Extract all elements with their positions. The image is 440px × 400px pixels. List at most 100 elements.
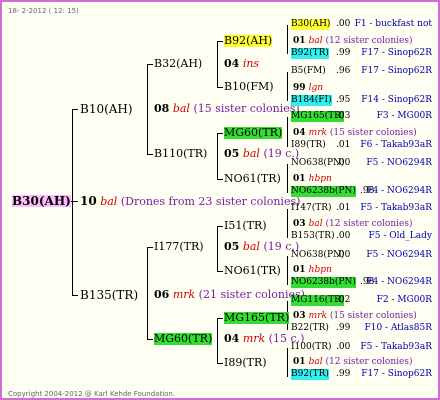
queen-no61tr[interactable]: NO61(TR): [224, 173, 281, 185]
connector: [217, 133, 223, 134]
root-note: (Drones from 23 sister colonies): [120, 195, 301, 208]
connector: [287, 117, 288, 147]
connector: [217, 318, 223, 319]
gen5-summary: 01 hbpn: [293, 174, 332, 185]
queen-b32ah[interactable]: B32(AH): [154, 58, 202, 70]
gen5-queen[interactable]: B92(TR): [291, 48, 329, 59]
gen5-value: .03: [336, 111, 351, 121]
queen-i89tr[interactable]: I89(TR): [224, 357, 267, 369]
root-queen[interactable]: B30(AH): [12, 195, 71, 207]
connector: [72, 295, 78, 296]
connector: [287, 72, 288, 101]
queen-i177tr[interactable]: I177(TR): [154, 241, 204, 253]
gen5-queen[interactable]: NO6238b(PN): [291, 186, 356, 197]
gen5-breeder: F17 - Sinop62R: [361, 369, 432, 379]
gen5-queen[interactable]: B30(AH): [291, 19, 331, 30]
connector: [217, 133, 218, 179]
gen5-queen[interactable]: I100(TR): [291, 342, 332, 353]
gen5-queen[interactable]: NO6238b(PN): [291, 277, 356, 288]
gen5-count: 01: [293, 174, 309, 184]
connector: [217, 271, 223, 272]
connector: [147, 64, 153, 65]
gen5-note: (12 sister colonies): [325, 357, 413, 367]
gen5-race: mrk: [308, 311, 330, 321]
gen5-count: 01: [293, 357, 309, 367]
b10ah-count: 08: [154, 102, 170, 115]
race: bal: [242, 240, 260, 253]
gen5-queen[interactable]: B92(TR): [291, 369, 329, 380]
connector: [217, 226, 223, 227]
gen5-queen[interactable]: B153(TR): [291, 231, 335, 242]
gen5-value: .99: [336, 323, 351, 333]
gen5-value: .00: [336, 158, 351, 168]
gen5-breeder: F6 - Takab93aR: [360, 140, 432, 150]
count: 05: [224, 240, 240, 253]
gen5-breeder: F5 - Takab93aR: [360, 342, 432, 352]
queen-b10fm[interactable]: B10(FM): [224, 81, 274, 93]
queen-mg60tr[interactable]: MG60(TR): [154, 333, 213, 345]
b135tr-race: mrk: [172, 288, 196, 301]
gen5-count: 99: [293, 83, 309, 93]
gen5-summary: 01 bal (12 sister colonies): [293, 357, 412, 368]
gen5-race: bal: [308, 36, 326, 46]
b110tr-info: 05 bal (19 c.): [224, 148, 299, 160]
gen5-value: .02: [336, 295, 351, 305]
gen5-breeder: F2 - MG00R: [376, 295, 432, 305]
gen5-breeder: F5 - Takab93aR: [360, 203, 432, 213]
connector: [147, 339, 153, 340]
gen5-breeder: F5 - NO6294R: [366, 250, 432, 260]
connector: [217, 363, 223, 364]
gen5-queen[interactable]: B22(TR): [291, 323, 329, 334]
gen5-race: lgn: [308, 83, 324, 93]
connector: [287, 25, 288, 54]
queen-b10ah[interactable]: B10(AH): [80, 103, 133, 115]
connector: [217, 318, 218, 363]
gen5-queen[interactable]: I89(TR): [291, 140, 326, 151]
count: 04: [224, 332, 240, 345]
gen5-value: .95: [336, 95, 351, 105]
gen5-value: .01: [336, 203, 351, 213]
gen5-count: 01: [293, 36, 309, 46]
connector: [217, 87, 223, 88]
gen5-breeder: F17 - Sinop62R: [361, 48, 432, 58]
gen5-summary: 04 mrk (15 sister colonies): [293, 128, 417, 139]
gen5-race: hbpn: [308, 265, 332, 275]
gen5-summary: 03 bal (12 sister colonies): [293, 219, 412, 230]
header-date: 18- 2-2012 ( 12: 15): [8, 7, 79, 15]
gen5-value: .00: [336, 231, 351, 241]
race: bal: [242, 147, 260, 160]
gen5-breeder: F4 - NO6294R: [366, 186, 432, 196]
gen5-queen[interactable]: B184(FI): [291, 95, 332, 106]
gen5-count: 03: [293, 219, 309, 229]
b32ah-info: 04 ins: [224, 58, 259, 70]
queen-mg165tr[interactable]: MG165(TR): [224, 312, 290, 324]
connector: [287, 164, 288, 193]
gen5-breeder: F5 - NO6294R: [366, 158, 432, 168]
gen5-queen[interactable]: B5(FM): [291, 66, 326, 77]
connector: [147, 247, 148, 339]
queen-b92ah[interactable]: B92(AH): [224, 35, 273, 47]
queen-mg60tr-2[interactable]: MG60(TR): [224, 127, 283, 139]
b10ah-note: (15 sister colonies): [193, 102, 300, 115]
gen5-race: hbpn: [308, 174, 332, 184]
connector: [287, 348, 288, 377]
queen-b110tr[interactable]: B110(TR): [154, 148, 207, 160]
connector: [147, 247, 153, 248]
gen5-note: (15 sister colonies): [329, 128, 417, 138]
b135tr-note: (21 sister colonies): [198, 288, 305, 301]
copyright: Copyright 2004-2012 @ Karl Kehde Foundat…: [8, 390, 176, 398]
gen5-value: .99: [336, 48, 351, 58]
gen5-breeder: F3 - MG00R: [376, 111, 432, 121]
root-info: 10 bal (Drones from 23 sister colonies): [80, 195, 300, 208]
gen5-value: .00: [336, 250, 351, 260]
pedigree-frame: 18- 2-2012 ( 12: 15) Copyright 2004-2012…: [0, 0, 440, 400]
gen5-breeder: F4 - NO6294R: [366, 277, 432, 287]
queen-no61tr-2[interactable]: NO61(TR): [224, 265, 281, 277]
queen-i51tr[interactable]: I51(TR): [224, 220, 267, 232]
gen5-breeder: F14 - Sinop62R: [361, 95, 432, 105]
queen-b135tr[interactable]: B135(TR): [80, 289, 138, 301]
gen5-queen[interactable]: I147(TR): [291, 203, 332, 214]
connector: [217, 226, 218, 271]
b135tr-count: 06: [154, 288, 170, 301]
gen5-race: mrk: [308, 128, 330, 138]
